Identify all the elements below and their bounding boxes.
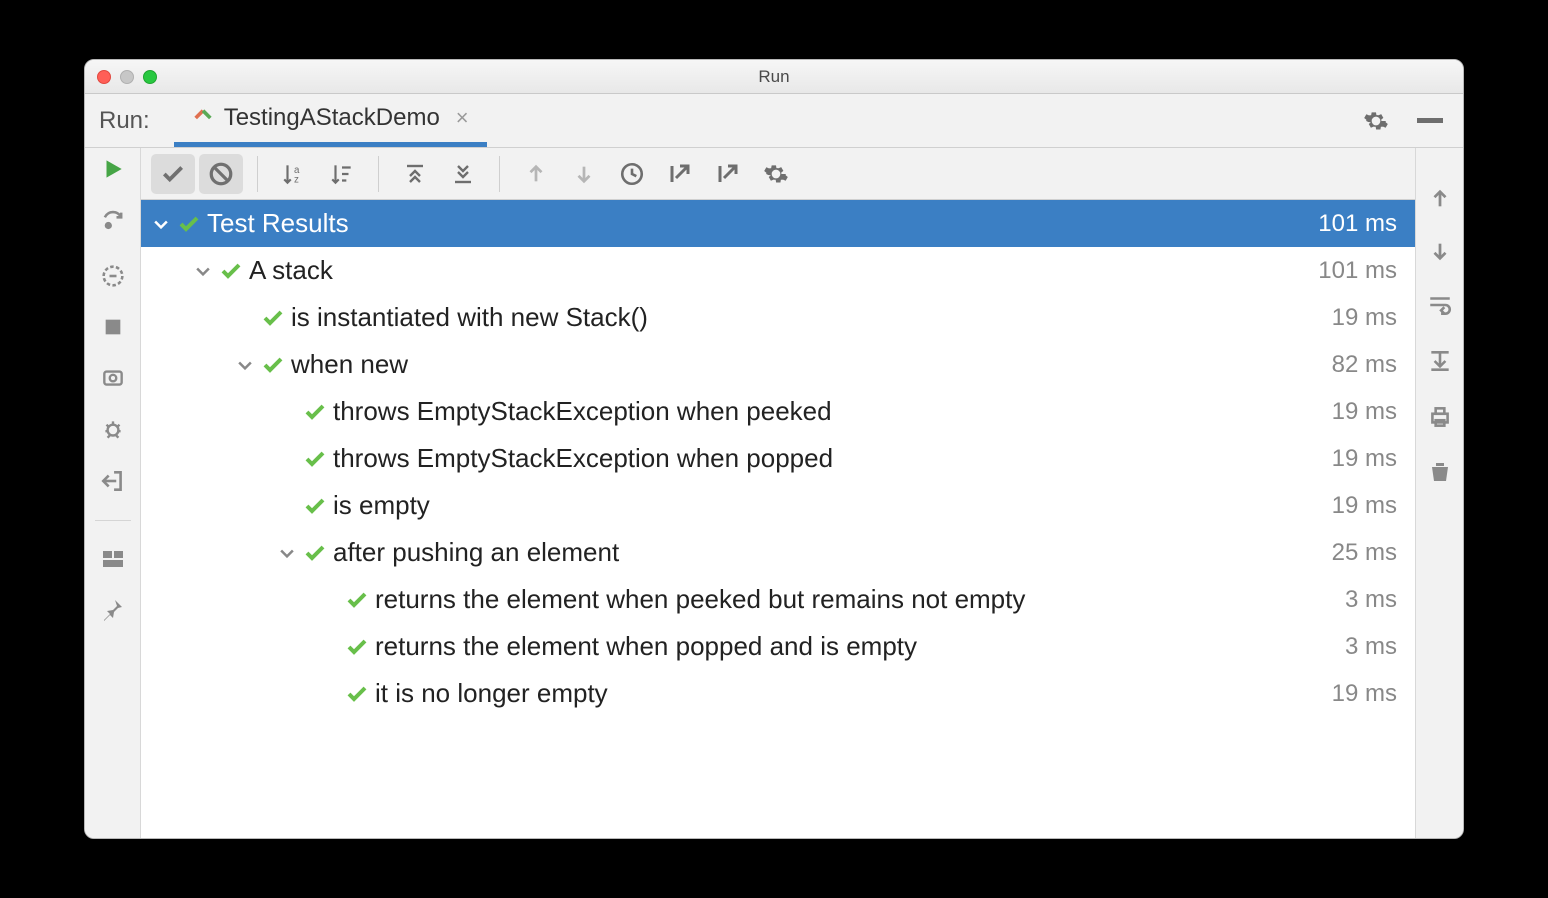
- tree-node-label: returns the element when popped and is e…: [375, 631, 1345, 662]
- pass-check-icon: [303, 447, 333, 471]
- tree-node-time: 3 ms: [1345, 586, 1397, 614]
- expand-all-icon[interactable]: [393, 154, 437, 194]
- left-toolbar: [85, 148, 141, 838]
- run-configuration-tab[interactable]: TestingAStackDemo ×: [174, 94, 487, 147]
- tree-node-label: returns the element when peeked but rema…: [375, 584, 1345, 615]
- tree-node-label: A stack: [249, 255, 1318, 286]
- tree-root-row[interactable]: Test Results 101 ms: [141, 200, 1415, 247]
- pin-icon[interactable]: [101, 597, 125, 621]
- scroll-down-icon[interactable]: [1429, 240, 1451, 262]
- minimize-panel-icon[interactable]: [1417, 118, 1443, 124]
- tree-node-time: 19 ms: [1332, 492, 1397, 520]
- settings-icon[interactable]: [1363, 108, 1389, 134]
- pass-check-icon: [261, 306, 291, 330]
- tree-node-label: it is no longer empty: [375, 678, 1332, 709]
- tree-row[interactable]: throws EmptyStackException when peeked19…: [141, 388, 1415, 435]
- print-icon[interactable]: [1427, 404, 1453, 430]
- svg-text:z: z: [294, 174, 299, 185]
- tree-row[interactable]: is empty19 ms: [141, 482, 1415, 529]
- pass-check-icon: [177, 212, 207, 236]
- results-toolbar: az: [141, 148, 1415, 200]
- exit-icon[interactable]: [100, 468, 126, 494]
- pass-check-icon: [345, 682, 375, 706]
- show-ignored-toggle[interactable]: [199, 154, 243, 194]
- dump-threads-icon[interactable]: [100, 364, 126, 390]
- tree-node-time: 19 ms: [1332, 398, 1397, 426]
- rerun-failed-icon[interactable]: [99, 262, 127, 290]
- collapse-all-icon[interactable]: [441, 154, 485, 194]
- tree-node-label: throws EmptyStackException when popped: [333, 443, 1332, 474]
- tree-node-label: is empty: [333, 490, 1332, 521]
- test-history-icon[interactable]: [610, 154, 654, 194]
- tree-node-time: 101 ms: [1318, 210, 1397, 238]
- chevron-down-icon[interactable]: [235, 355, 261, 375]
- test-results-panel: az: [141, 148, 1415, 838]
- titlebar: Run: [85, 60, 1463, 94]
- separator: [95, 520, 131, 521]
- sort-duration-icon[interactable]: [320, 154, 364, 194]
- tab-label: TestingAStackDemo: [224, 104, 440, 132]
- test-tree[interactable]: Test Results 101 ms A stack101 msis inst…: [141, 200, 1415, 838]
- next-failed-icon[interactable]: [562, 154, 606, 194]
- tree-node-time: 3 ms: [1345, 633, 1397, 661]
- tree-row[interactable]: when new82 ms: [141, 341, 1415, 388]
- tree-node-label: is instantiated with new Stack(): [291, 302, 1332, 333]
- pass-check-icon: [345, 635, 375, 659]
- separator: [499, 156, 500, 192]
- tree-node-label: Test Results: [207, 208, 1318, 239]
- tree-row[interactable]: returns the element when popped and is e…: [141, 623, 1415, 670]
- chevron-down-icon[interactable]: [277, 543, 303, 563]
- tree-row[interactable]: A stack101 ms: [141, 247, 1415, 294]
- tree-row[interactable]: is instantiated with new Stack()19 ms: [141, 294, 1415, 341]
- soft-wrap-icon[interactable]: [1427, 292, 1453, 318]
- pass-check-icon: [261, 353, 291, 377]
- tree-node-time: 82 ms: [1332, 351, 1397, 379]
- tree-node-label: throws EmptyStackException when peeked: [333, 396, 1332, 427]
- pass-check-icon: [345, 588, 375, 612]
- scroll-up-icon[interactable]: [1429, 188, 1451, 210]
- pass-check-icon: [303, 400, 333, 424]
- toggle-auto-test-icon[interactable]: [99, 208, 127, 236]
- show-passed-toggle[interactable]: [151, 154, 195, 194]
- tree-row[interactable]: it is no longer empty19 ms: [141, 670, 1415, 717]
- right-toolbar: [1415, 148, 1463, 838]
- export-tests-icon[interactable]: [706, 154, 750, 194]
- tree-node-label: when new: [291, 349, 1332, 380]
- separator: [378, 156, 379, 192]
- separator: [257, 156, 258, 192]
- window-title: Run: [85, 67, 1463, 87]
- pass-check-icon: [303, 541, 333, 565]
- tree-node-time: 25 ms: [1332, 539, 1397, 567]
- pass-check-icon: [303, 494, 333, 518]
- debug-icon[interactable]: [100, 416, 126, 442]
- tree-node-time: 19 ms: [1332, 680, 1397, 708]
- prev-failed-icon[interactable]: [514, 154, 558, 194]
- chevron-down-icon[interactable]: [193, 261, 219, 281]
- tree-node-time: 19 ms: [1332, 304, 1397, 332]
- tree-row[interactable]: throws EmptyStackException when popped19…: [141, 435, 1415, 482]
- import-tests-icon[interactable]: [658, 154, 702, 194]
- chevron-down-icon[interactable]: [151, 214, 177, 234]
- tree-row[interactable]: after pushing an element25 ms: [141, 529, 1415, 576]
- pass-check-icon: [219, 259, 249, 283]
- tab-bar: Run: TestingAStackDemo ×: [85, 94, 1463, 148]
- close-tab-button[interactable]: ×: [456, 105, 469, 131]
- run-config-icon: [192, 107, 214, 129]
- test-runner-settings-icon[interactable]: [754, 154, 798, 194]
- sort-alpha-icon[interactable]: az: [272, 154, 316, 194]
- tree-node-label: after pushing an element: [333, 537, 1332, 568]
- tree-node-time: 101 ms: [1318, 257, 1397, 285]
- tree-node-time: 19 ms: [1332, 445, 1397, 473]
- tree-row[interactable]: returns the element when peeked but rema…: [141, 576, 1415, 623]
- clear-all-icon[interactable]: [1428, 460, 1452, 484]
- run-tool-window: Run Run: TestingAStackDemo ×: [84, 59, 1464, 839]
- scroll-to-end-icon[interactable]: [1427, 348, 1453, 374]
- stop-button[interactable]: [102, 316, 124, 338]
- content-area: az: [85, 148, 1463, 838]
- run-label: Run:: [99, 107, 150, 135]
- rerun-button[interactable]: [100, 156, 126, 182]
- layout-icon[interactable]: [101, 547, 125, 571]
